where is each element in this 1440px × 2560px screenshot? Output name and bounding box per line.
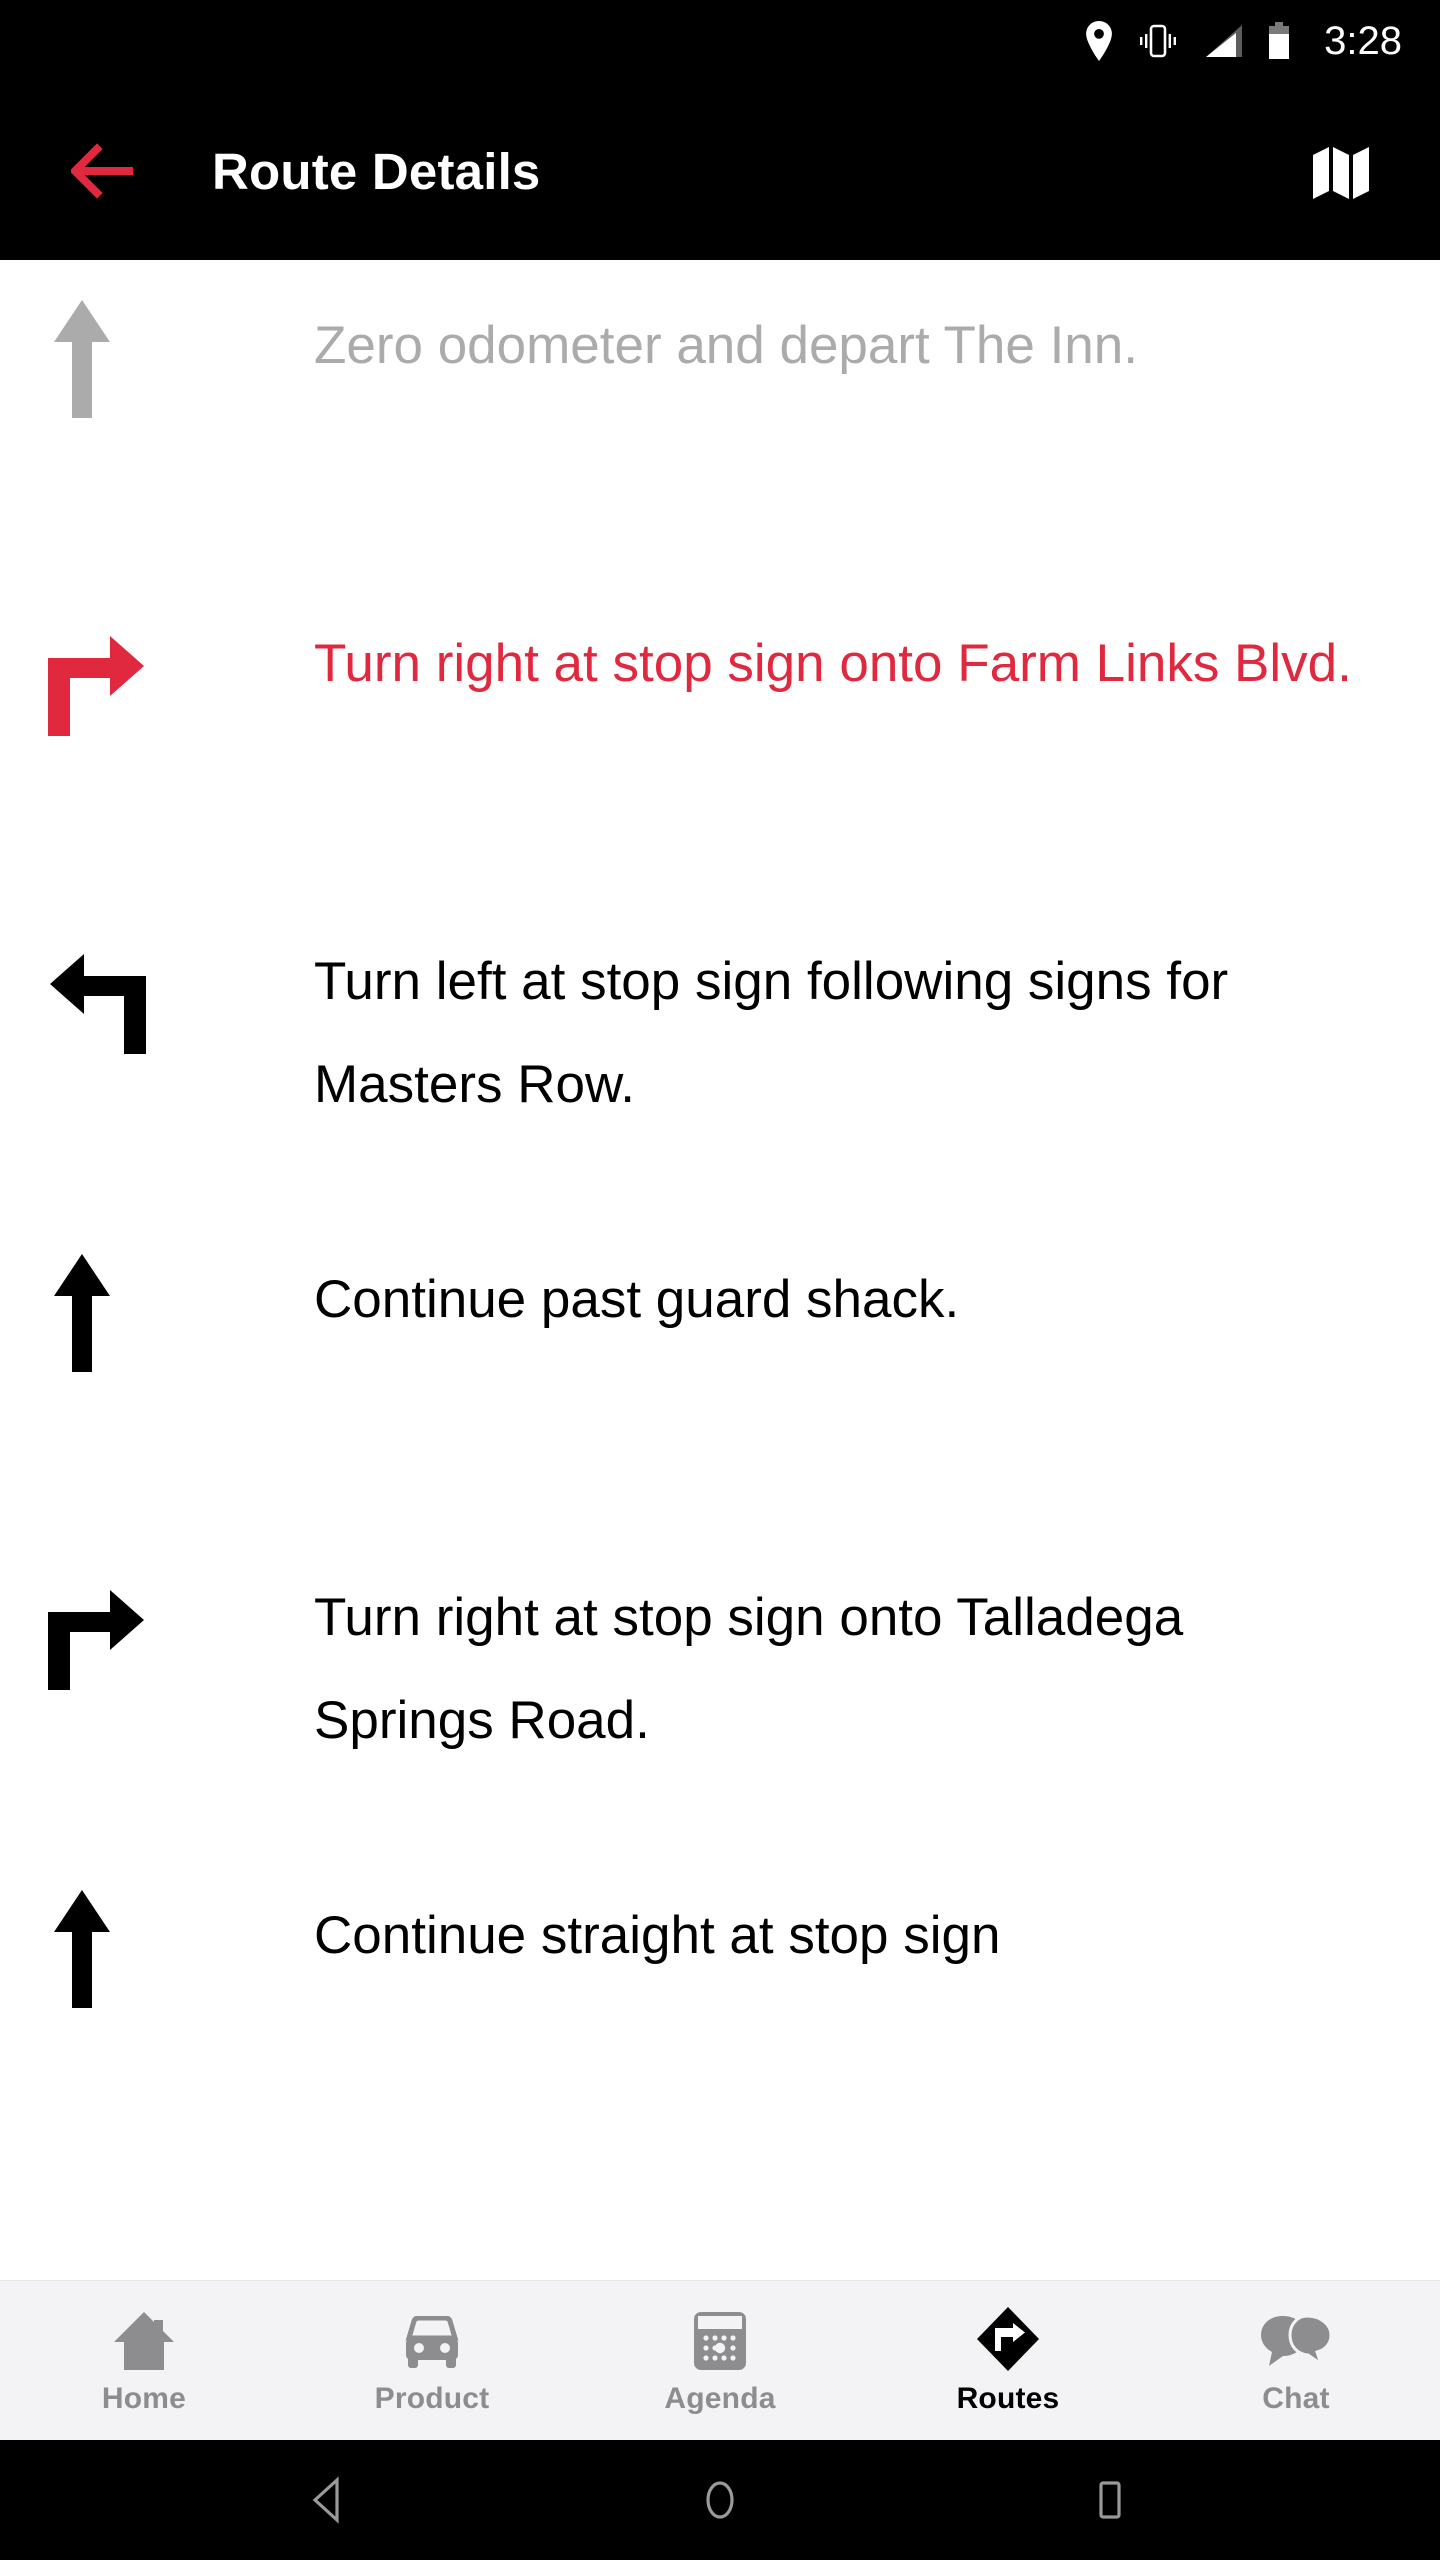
nav-label: Chat — [1262, 2381, 1330, 2415]
route-steps-list[interactable]: Zero odometer and depart The Inn. Turn r… — [0, 260, 1440, 2280]
route-step-item[interactable]: Turn left at stop sign following signs f… — [0, 896, 1440, 1214]
nav-label: Home — [101, 2381, 187, 2415]
route-step-text: Zero odometer and depart The Inn. — [314, 316, 1138, 375]
nav-label: Routes — [956, 2381, 1060, 2415]
map-icon[interactable] — [1292, 121, 1392, 221]
bottom-navigation-bar: Home Product Agenda Routes Chat — [0, 2280, 1440, 2440]
vibrate-icon — [1136, 21, 1180, 61]
signal-bars-icon — [1202, 21, 1244, 61]
car-icon — [399, 2306, 465, 2372]
route-step-text: Turn right at stop sign onto Farm Links … — [314, 634, 1352, 693]
phone-screen: 3:28 Route Details Zero odometer and dep… — [0, 0, 1440, 2560]
route-step-text: Continue straight at stop sign — [314, 1906, 1001, 1965]
status-bar-clock: 3:28 — [1324, 18, 1402, 63]
route-step-text: Turn left at stop sign following signs f… — [314, 952, 1229, 1114]
system-home-icon[interactable] — [660, 2440, 780, 2560]
route-step-item[interactable]: Turn right at stop sign onto Talladega S… — [0, 1532, 1440, 1850]
battery-icon — [1266, 21, 1292, 61]
nav-item-product[interactable]: Product — [288, 2281, 576, 2441]
routes-diamond-icon — [976, 2306, 1040, 2372]
arrow-turn-right-icon — [0, 612, 314, 736]
route-step-item[interactable]: Continue straight at stop sign — [0, 1850, 1440, 2168]
nav-item-routes[interactable]: Routes — [864, 2281, 1152, 2441]
calendar-icon — [692, 2306, 748, 2372]
arrow-straight-icon — [0, 294, 314, 418]
nav-label: Product — [374, 2381, 490, 2415]
route-step-item[interactable]: Zero odometer and depart The Inn. — [0, 260, 1440, 578]
system-back-icon[interactable] — [270, 2440, 390, 2560]
back-arrow-icon[interactable] — [52, 117, 160, 225]
route-step-text: Turn right at stop sign onto Talladega S… — [314, 1588, 1184, 1750]
nav-item-chat[interactable]: Chat — [1152, 2281, 1440, 2441]
arrow-straight-icon — [0, 1884, 314, 2008]
page-title: Route Details — [212, 142, 541, 200]
location-pin-icon — [1084, 21, 1114, 61]
system-navigation-bar — [0, 2440, 1440, 2560]
route-step-text: Continue past guard shack. — [314, 1270, 960, 1329]
arrow-turn-left-icon — [0, 930, 314, 1054]
nav-label: Agenda — [664, 2381, 776, 2415]
arrow-turn-right-icon — [0, 1566, 314, 1690]
arrow-straight-icon — [0, 1248, 314, 1372]
app-bar: Route Details — [0, 82, 1440, 260]
nav-item-home[interactable]: Home — [0, 2281, 288, 2441]
chat-bubbles-icon — [1259, 2306, 1333, 2372]
home-icon — [112, 2306, 176, 2372]
route-step-item[interactable]: Continue past guard shack. — [0, 1214, 1440, 1532]
route-step-item[interactable]: Turn right at stop sign onto Farm Links … — [0, 578, 1440, 896]
status-bar: 3:28 — [0, 0, 1440, 82]
nav-item-agenda[interactable]: Agenda — [576, 2281, 864, 2441]
system-recents-icon[interactable] — [1050, 2440, 1170, 2560]
